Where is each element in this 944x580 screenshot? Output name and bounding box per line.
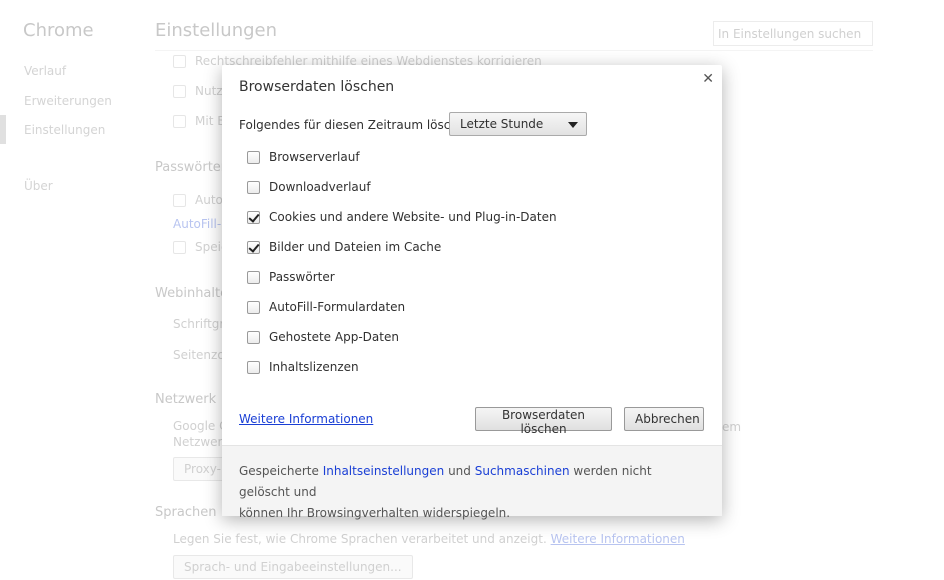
- checkbox-label: Browserverlauf: [269, 150, 360, 164]
- period-value: Letzte Stunde: [460, 117, 544, 131]
- checkbox-item[interactable]: Downloadverlauf: [247, 179, 371, 195]
- section-passwords: Passwörter: [155, 160, 227, 175]
- checkbox[interactable]: [247, 150, 260, 164]
- clear-browsing-data-dialog: ✕ Browserdaten löschen Folgendes für die…: [222, 65, 722, 520]
- footer-text: Gespeicherte: [239, 464, 323, 478]
- section-languages: Sprachen: [155, 505, 217, 520]
- checkbox[interactable]: [247, 210, 260, 224]
- app-title: Chrome: [23, 20, 94, 41]
- checkbox[interactable]: [247, 300, 260, 314]
- close-icon[interactable]: ✕: [702, 71, 714, 87]
- page-title: Einstellungen: [155, 20, 278, 41]
- bg-checkbox[interactable]: [173, 241, 186, 254]
- checkbox-item[interactable]: Bilder und Dateien im Cache: [247, 239, 441, 255]
- checkbox-label: Gehostete App-Daten: [269, 330, 399, 344]
- dialog-title: Browserdaten löschen: [239, 79, 395, 95]
- bg-row: Nutz: [195, 84, 223, 98]
- bg-checkbox[interactable]: [173, 85, 186, 98]
- cancel-button[interactable]: Abbrechen: [624, 407, 704, 431]
- section-web-content: Webinhalte: [155, 286, 229, 301]
- checkbox-label: Downloadverlauf: [269, 180, 371, 194]
- checkbox[interactable]: [247, 180, 260, 194]
- checkbox-label: Inhaltslizenzen: [269, 360, 359, 374]
- bg-text: em: [722, 420, 742, 434]
- clear-data-button[interactable]: Browserdaten löschen: [475, 407, 612, 436]
- checkbox-item[interactable]: Gehostete App-Daten: [247, 329, 399, 345]
- checkbox[interactable]: [247, 270, 260, 284]
- active-nav-indicator: [0, 115, 6, 144]
- bg-checkbox[interactable]: [173, 55, 186, 68]
- languages-more-info-link[interactable]: Weitere Informationen: [551, 532, 685, 546]
- checkbox-item[interactable]: Inhaltslizenzen: [247, 359, 359, 375]
- autofill-settings-link[interactable]: AutoFill-E: [173, 217, 229, 231]
- checkbox-item[interactable]: Browserverlauf: [247, 149, 360, 165]
- checkbox[interactable]: [247, 360, 260, 374]
- footer-text: und: [444, 464, 475, 478]
- section-network: Netzwerk: [155, 392, 217, 407]
- bg-checkbox[interactable]: [173, 115, 186, 128]
- bg-text: Legen Sie fest, wie Chrome Sprachen vera…: [173, 532, 547, 546]
- checkbox-label: Cookies und andere Website- und Plug-in-…: [269, 210, 557, 224]
- language-settings-button[interactable]: Sprach- und Eingabeeinstellungen...: [173, 555, 413, 579]
- checkbox-item[interactable]: Cookies und andere Website- und Plug-in-…: [247, 209, 557, 225]
- nav-ueber[interactable]: Über: [24, 179, 53, 193]
- checkbox-item[interactable]: Passwörter: [247, 269, 335, 285]
- search-engines-link[interactable]: Suchmaschinen: [475, 464, 570, 478]
- checkbox-label: Passwörter: [269, 270, 335, 284]
- content-settings-link[interactable]: Inhaltseinstellungen: [323, 464, 445, 478]
- checkbox[interactable]: [247, 240, 260, 254]
- bg-text: Google C: [173, 419, 228, 433]
- bg-checkbox[interactable]: [173, 194, 186, 207]
- period-label: Folgendes für diesen Zeitraum löschen:: [239, 118, 477, 132]
- checkbox-item[interactable]: AutoFill-Formulardaten: [247, 299, 405, 315]
- checkbox[interactable]: [247, 330, 260, 344]
- nav-verlauf[interactable]: Verlauf: [24, 64, 66, 78]
- header-divider: [155, 50, 873, 51]
- settings-search-input[interactable]: In Einstellungen suchen: [713, 21, 873, 46]
- nav-erweiterungen[interactable]: Erweiterungen: [24, 94, 112, 108]
- footer-text: können Ihr Browsingverhalten widerspiege…: [239, 506, 511, 520]
- more-info-link[interactable]: Weitere Informationen: [239, 412, 373, 426]
- nav-einstellungen[interactable]: Einstellungen: [24, 123, 105, 137]
- bg-row: Mit B: [195, 114, 226, 128]
- period-select[interactable]: Letzte Stunde: [449, 112, 587, 136]
- bg-text: Netzwerk: [173, 435, 230, 449]
- checkbox-label: Bilder und Dateien im Cache: [269, 240, 442, 254]
- chevron-down-icon: [568, 122, 578, 128]
- checkbox-label: AutoFill-Formulardaten: [269, 300, 406, 314]
- dialog-footer: Gespeicherte Inhaltseinstellungen und Su…: [222, 445, 722, 520]
